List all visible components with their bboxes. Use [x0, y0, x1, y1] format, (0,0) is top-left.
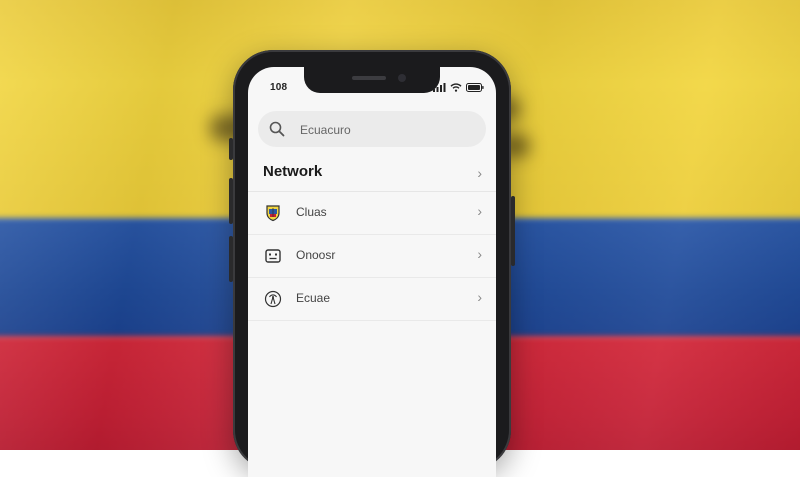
- search-bar[interactable]: [258, 111, 486, 147]
- phone-screen: 108 Ecuacuro Network › Cluas › Onoosr › …: [248, 67, 496, 477]
- wifi-icon: [450, 83, 462, 92]
- face-card-icon: [265, 249, 281, 263]
- volume-down-button: [229, 236, 233, 282]
- earpiece-speaker: [352, 76, 386, 80]
- cellular-signal-icon: [433, 83, 446, 92]
- list-item-label: Onoosr: [296, 248, 336, 262]
- search-input[interactable]: [298, 119, 478, 141]
- network-section-header[interactable]: Network ›: [248, 155, 496, 192]
- list-item-label: Ecuae: [296, 291, 331, 305]
- chevron-right-icon: ›: [477, 246, 482, 262]
- status-icons: [433, 83, 484, 92]
- list-item-label: Cluas: [296, 205, 327, 219]
- chevron-right-icon: ›: [477, 203, 482, 219]
- list-item-onoosr[interactable]: Onoosr ›: [248, 235, 496, 278]
- chevron-right-icon: ›: [477, 165, 482, 181]
- list-item-ecuae[interactable]: Ecuae ›: [248, 278, 496, 321]
- shield-emblem-icon: [266, 205, 280, 222]
- section-title: Network: [263, 163, 323, 180]
- volume-up-button: [229, 178, 233, 224]
- mute-switch: [229, 138, 233, 160]
- power-button: [511, 196, 515, 266]
- status-bar: 108: [270, 82, 484, 96]
- battery-icon: [466, 83, 484, 92]
- status-time: 108: [270, 82, 288, 93]
- search-icon: [269, 121, 285, 137]
- chevron-right-icon: ›: [477, 289, 482, 305]
- signal-tower-icon: [264, 290, 282, 308]
- phone-device: 108 Ecuacuro Network › Cluas › Onoosr › …: [229, 50, 515, 477]
- front-camera: [398, 74, 406, 82]
- list-item-cluas[interactable]: Cluas ›: [248, 192, 496, 235]
